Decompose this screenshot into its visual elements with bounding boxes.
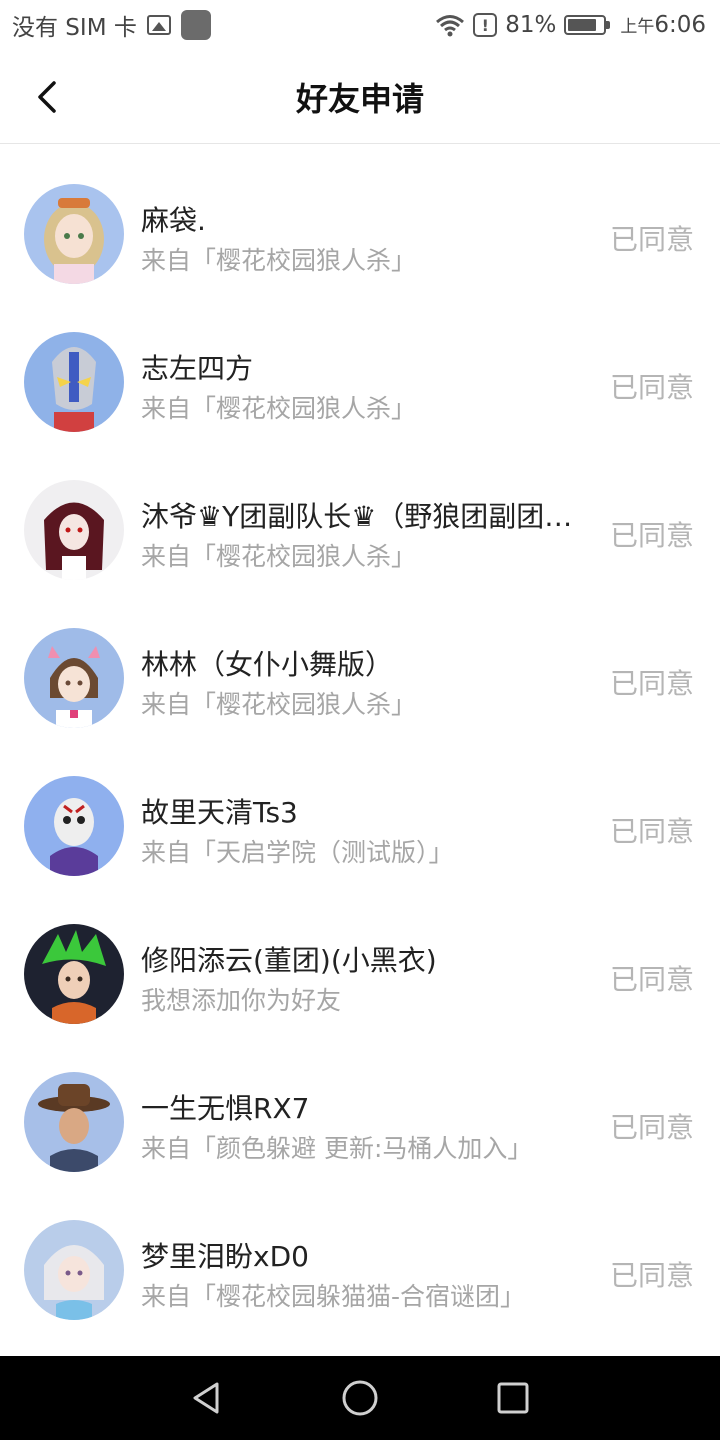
request-source: 来自「樱花校园狼人杀」	[141, 394, 417, 423]
image-notification-icon	[146, 15, 171, 35]
friend-name: 麻袋.	[141, 204, 206, 237]
avatar[interactable]	[24, 776, 124, 876]
avatar[interactable]	[24, 332, 124, 432]
friend-request-list: 麻袋. 来自「樱花校园狼人杀」 已同意 志左四方 来自「樱花校园狼人杀」 已同意…	[0, 144, 720, 1328]
friend-request-item[interactable]: 修阳添云(董团)(小黑衣) 我想添加你为好友 已同意	[0, 884, 720, 1032]
friend-name: 故里天清Ts3	[141, 796, 298, 829]
request-source: 我想添加你为好友	[141, 986, 342, 1015]
avatar[interactable]	[24, 1220, 124, 1320]
time-prefix: 上午	[620, 17, 655, 37]
clock-time: 6:06	[654, 12, 706, 38]
friend-request-item[interactable]: 沐爷♛Y团副队长♛（野狼团副团… 来自「樱花校园狼人杀」 已同意	[0, 440, 720, 588]
wifi-icon	[436, 15, 465, 37]
avatar[interactable]	[24, 184, 124, 284]
agreed-status: 已同意	[609, 815, 694, 848]
app-notification-icon	[180, 10, 211, 40]
status-bar: 没有 SIM 卡 ! 81% 上午6:06	[0, 0, 720, 50]
agreed-status: 已同意	[609, 223, 694, 256]
system-nav-bar	[0, 1356, 720, 1440]
page-title: 好友申请	[295, 79, 424, 118]
friend-request-item[interactable]: 故里天清Ts3 来自「天启学院（测试版）」 已同意	[0, 736, 720, 884]
agreed-status: 已同意	[609, 667, 694, 700]
avatar[interactable]	[24, 924, 124, 1024]
friend-request-item[interactable]: 林林（女仆小舞版） 来自「樱花校园狼人杀」 已同意	[0, 588, 720, 736]
agreed-status: 已同意	[609, 1259, 694, 1292]
alert-icon: !	[473, 13, 498, 37]
request-source: 来自「颜色躲避 更新:马桶人加入」	[141, 1134, 533, 1163]
battery-icon	[564, 15, 611, 35]
friend-request-item[interactable]: 麻袋. 来自「樱花校园狼人杀」 已同意	[0, 144, 720, 292]
chevron-left-icon	[38, 81, 56, 113]
friend-request-item[interactable]: 志左四方 来自「樱花校园狼人杀」 已同意	[0, 292, 720, 440]
friend-name: 志左四方	[141, 352, 254, 385]
request-source: 来自「樱花校园狼人杀」	[141, 690, 417, 719]
header: 好友申请	[0, 50, 720, 144]
friend-name: 梦里泪盼xD0	[141, 1240, 309, 1273]
avatar[interactable]	[24, 1072, 124, 1172]
friend-name: 一生无惧RX7	[141, 1092, 310, 1125]
friend-name: 沐爷♛Y团副队长♛（野狼团副团…	[141, 500, 573, 533]
battery-percent: 81%	[505, 12, 557, 38]
status-right: ! 81% 上午6:06	[435, 12, 706, 38]
avatar[interactable]	[24, 480, 124, 580]
request-source: 来自「天启学院（测试版）」	[141, 838, 454, 867]
friend-request-item[interactable]: 一生无惧RX7 来自「颜色躲避 更新:马桶人加入」 已同意	[0, 1032, 720, 1180]
back-button[interactable]	[22, 72, 72, 122]
friend-name: 林林（女仆小舞版）	[141, 648, 394, 681]
status-left: 没有 SIM 卡	[12, 8, 211, 42]
request-source: 来自「樱花校园狼人杀」	[141, 246, 417, 275]
request-source: 来自「樱花校园狼人杀」	[141, 542, 417, 571]
carrier-text: 没有 SIM 卡	[12, 15, 137, 41]
agreed-status: 已同意	[609, 519, 694, 552]
agreed-status: 已同意	[609, 963, 694, 996]
friend-name: 修阳添云(董团)(小黑衣)	[141, 944, 437, 977]
request-source: 来自「樱花校园躲猫猫-合宿谜团」	[141, 1282, 526, 1311]
agreed-status: 已同意	[609, 1111, 694, 1144]
recents-square-icon[interactable]	[493, 1378, 533, 1418]
home-circle-icon[interactable]	[340, 1378, 380, 1418]
avatar[interactable]	[24, 628, 124, 728]
back-triangle-icon[interactable]	[187, 1378, 227, 1418]
agreed-status: 已同意	[609, 371, 694, 404]
friend-request-item[interactable]: 梦里泪盼xD0 来自「樱花校园躲猫猫-合宿谜团」 已同意	[0, 1180, 720, 1328]
